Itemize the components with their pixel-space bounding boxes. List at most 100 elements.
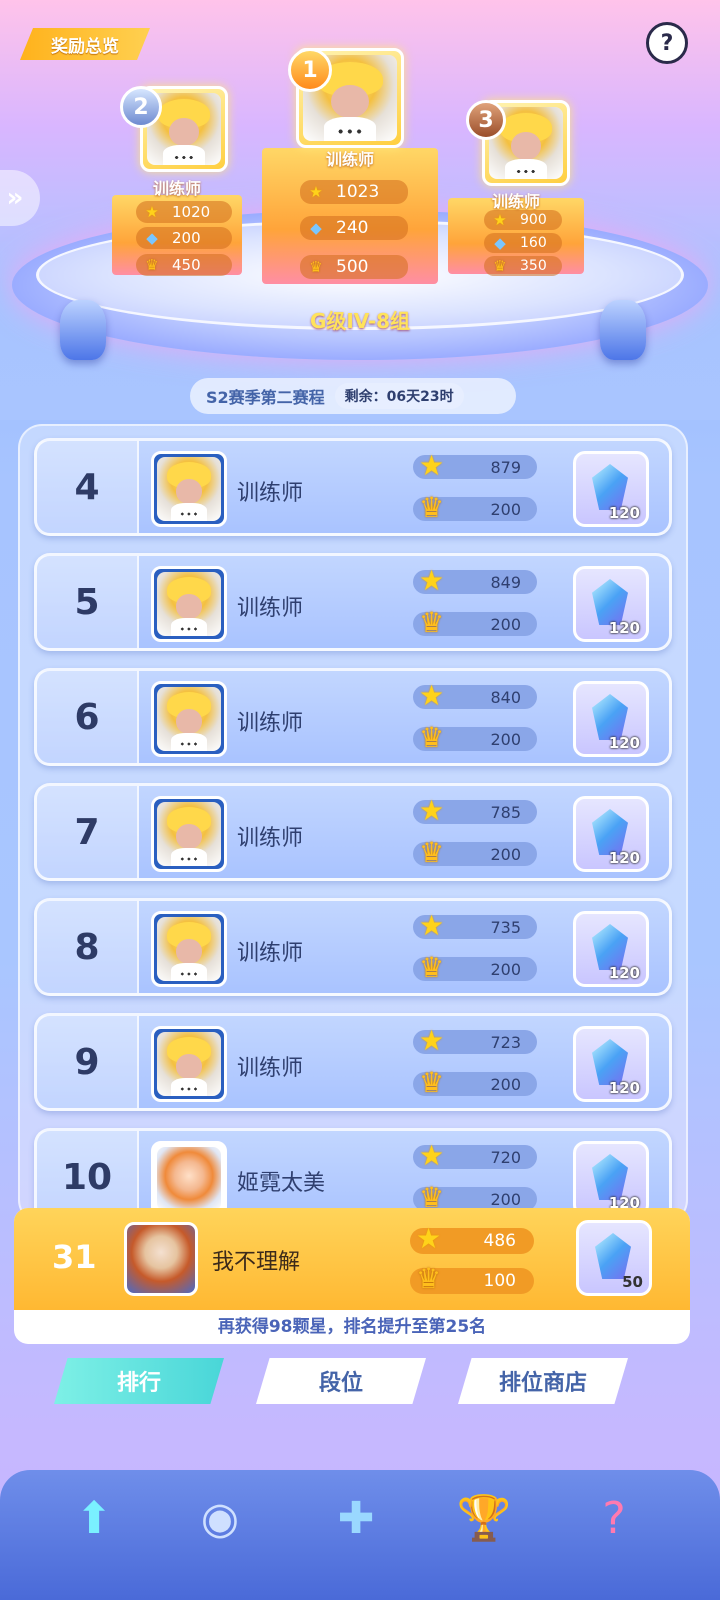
tab-ranked-shop[interactable]: 排位商店: [458, 1358, 628, 1404]
gem-icon: ◆: [494, 234, 506, 252]
reward-box[interactable]: 120: [573, 681, 649, 757]
avatar[interactable]: [151, 451, 227, 527]
podium-third-gems: ◆ 160: [484, 233, 562, 253]
reward-count: 120: [608, 734, 640, 752]
rank-number: 5: [37, 556, 139, 648]
avatar[interactable]: [151, 911, 227, 987]
reward-box[interactable]: 120: [573, 1141, 649, 1217]
avatar[interactable]: [151, 566, 227, 642]
podium-third-crowns: ♛ 350: [484, 256, 562, 276]
reward-count: 120: [608, 619, 640, 637]
gem-icon: ◆: [146, 229, 158, 247]
my-name: 我不理解: [212, 1250, 301, 1275]
rank-number: 4: [37, 441, 139, 533]
my-reward-count: 50: [622, 1273, 643, 1291]
avatar[interactable]: [151, 796, 227, 872]
tab-ranking[interactable]: 排行: [54, 1358, 224, 1404]
crown-icon: ♛: [419, 836, 445, 869]
star-icon: ★: [309, 183, 323, 201]
avatar[interactable]: [151, 1141, 227, 1217]
podium-second-stars: ★ 1020: [136, 201, 232, 223]
my-reward-box[interactable]: 50: [576, 1220, 652, 1296]
my-star-count: ★ 486: [410, 1222, 534, 1255]
avatar[interactable]: [151, 1026, 227, 1102]
player-name: 训练师: [237, 711, 304, 736]
crown-icon: ♛: [419, 491, 445, 524]
podium-third-name: 训练师: [491, 192, 540, 211]
ranking-row[interactable]: 5 训练师 ★ 849 ♛ 200 120: [34, 553, 672, 651]
group-label: G级IV-8组: [309, 309, 411, 333]
star-count: ★ 879: [413, 449, 537, 482]
star-icon: ★: [493, 211, 507, 229]
ranking-row[interactable]: 9 训练师 ★ 723 ♛ 200 120: [34, 1013, 672, 1111]
crown-count: ♛ 200: [413, 836, 537, 869]
star-icon: ★: [419, 1139, 445, 1172]
star-count: ★ 735: [413, 909, 537, 942]
gamepad-icon[interactable]: ✚: [316, 1478, 396, 1558]
star-icon: ★: [419, 909, 445, 942]
star-icon: ★: [419, 564, 445, 597]
star-icon: ★: [419, 449, 445, 482]
my-avatar[interactable]: [124, 1222, 198, 1296]
crown-count: ♛ 200: [413, 951, 537, 984]
podium-first-crowns: ♛ 500: [300, 255, 408, 279]
star-count: ★ 849: [413, 564, 537, 597]
reward-box[interactable]: 120: [573, 451, 649, 527]
mystery-box-icon[interactable]: ?: [574, 1478, 654, 1558]
ranking-row[interactable]: 7 训练师 ★ 785 ♛ 200 120: [34, 783, 672, 881]
star-count: ★ 723: [413, 1024, 537, 1057]
avatar[interactable]: [151, 681, 227, 757]
podium-first-gems: ◆ 240: [300, 216, 408, 240]
rank-number: 6: [37, 671, 139, 763]
my-rank-number: 31: [52, 1238, 97, 1276]
rank-number: 7: [37, 786, 139, 878]
crown-icon: ♛: [416, 1262, 442, 1295]
star-icon: ★: [419, 679, 445, 712]
help-button[interactable]: ?: [646, 22, 688, 64]
whistle-icon[interactable]: ◉: [180, 1478, 260, 1558]
my-ranking-card[interactable]: 31 我不理解 ★ 486 ♛ 100 50 再获得98颗星，排名提升至第25名: [14, 1208, 690, 1344]
my-crown-count: ♛ 100: [410, 1262, 534, 1295]
podium-second-gems: ◆ 200: [136, 227, 232, 249]
crown-icon: ♛: [419, 721, 445, 754]
crown-icon: ♛: [493, 257, 507, 275]
tab-tier[interactable]: 段位: [256, 1358, 426, 1404]
crown-count: ♛ 200: [413, 1066, 537, 1099]
remaining-time: 剩余：06天23时: [334, 383, 464, 409]
silver-medal-icon: 2: [120, 86, 162, 128]
gold-medal-icon: 1: [288, 48, 332, 92]
trophy-icon[interactable]: 🏆: [444, 1478, 524, 1558]
crown-icon: ♛: [419, 1066, 445, 1099]
crown-count: ♛ 200: [413, 491, 537, 524]
bronze-medal-icon: 3: [466, 100, 506, 140]
ranking-row[interactable]: 8 训练师 ★ 735 ♛ 200 120: [34, 898, 672, 996]
player-name: 训练师: [237, 826, 304, 851]
star-count: ★ 840: [413, 679, 537, 712]
reward-box[interactable]: 120: [573, 1026, 649, 1102]
crown-icon: ♛: [309, 258, 323, 276]
player-name: 姬霓太美: [237, 1171, 326, 1196]
left-stage-light: [60, 300, 106, 360]
ranking-row[interactable]: 6 训练师 ★ 840 ♛ 200 120: [34, 668, 672, 766]
crown-count: ♛ 200: [413, 721, 537, 754]
star-icon: ★: [419, 794, 445, 827]
ranking-row[interactable]: 4 训练师 ★ 879 ♛ 200 120: [34, 438, 672, 536]
podium-second-name: 训练师: [152, 179, 201, 198]
home-icon[interactable]: ⬆: [54, 1478, 134, 1558]
crown-icon: ♛: [419, 606, 445, 639]
reward-box[interactable]: 120: [573, 566, 649, 642]
reward-box[interactable]: 120: [573, 796, 649, 872]
rank-number: 8: [37, 901, 139, 993]
season-title: S2赛季第二赛程: [206, 388, 325, 407]
reward-count: 120: [608, 849, 640, 867]
rank-number: 9: [37, 1016, 139, 1108]
reward-box[interactable]: 120: [573, 911, 649, 987]
star-icon: ★: [419, 1024, 445, 1057]
star-icon: ★: [145, 203, 159, 221]
player-name: 训练师: [237, 1056, 304, 1081]
star-count: ★ 720: [413, 1139, 537, 1172]
reward-overview-button[interactable]: 奖励总览: [20, 28, 150, 60]
season-bar: S2赛季第二赛程 剩余：06天23时: [190, 378, 516, 414]
right-stage-light: [600, 300, 646, 360]
reward-count: 120: [608, 964, 640, 982]
